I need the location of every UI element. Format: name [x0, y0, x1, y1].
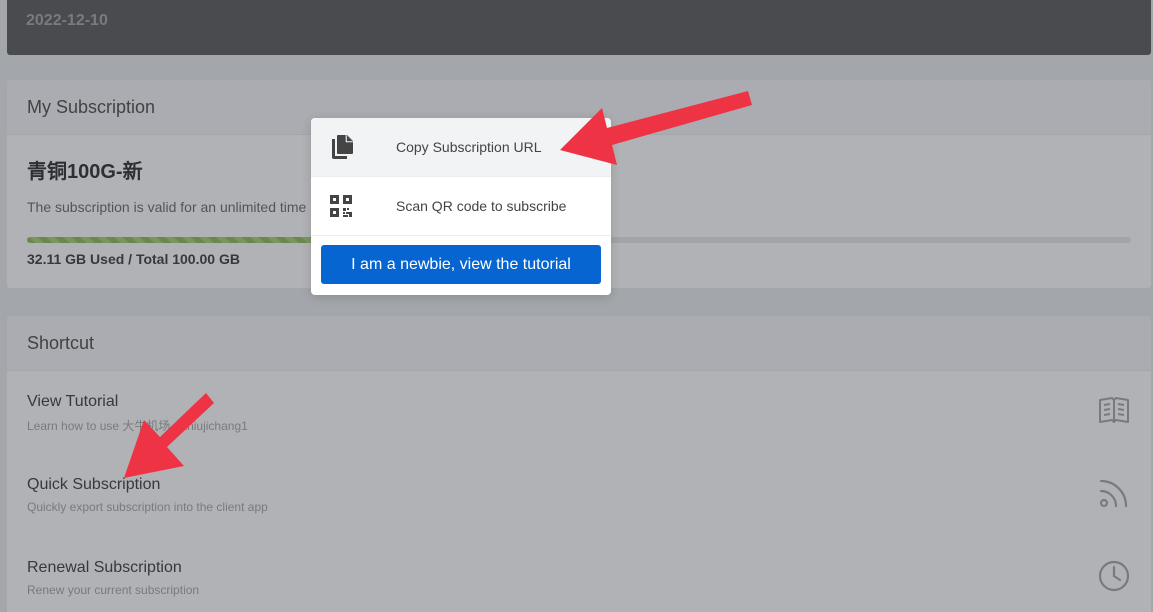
copy-subscription-url-label: Copy Subscription URL [396, 139, 542, 155]
scan-qr-label: Scan QR code to subscribe [396, 198, 567, 214]
newbie-tutorial-button[interactable]: I am a newbie, view the tutorial [321, 245, 601, 284]
copy-icon [332, 135, 353, 159]
modal-overlay[interactable] [0, 0, 1153, 612]
copy-subscription-url-item[interactable]: Copy Subscription URL [311, 118, 611, 176]
subscription-popup: Copy Subscription URL Scan QR code to su… [311, 118, 611, 295]
qr-code-icon [330, 195, 352, 217]
page: 2022-12-10 My Subscription 青铜100G-新 The … [0, 0, 1153, 612]
scan-qr-item[interactable]: Scan QR code to subscribe [311, 176, 611, 236]
